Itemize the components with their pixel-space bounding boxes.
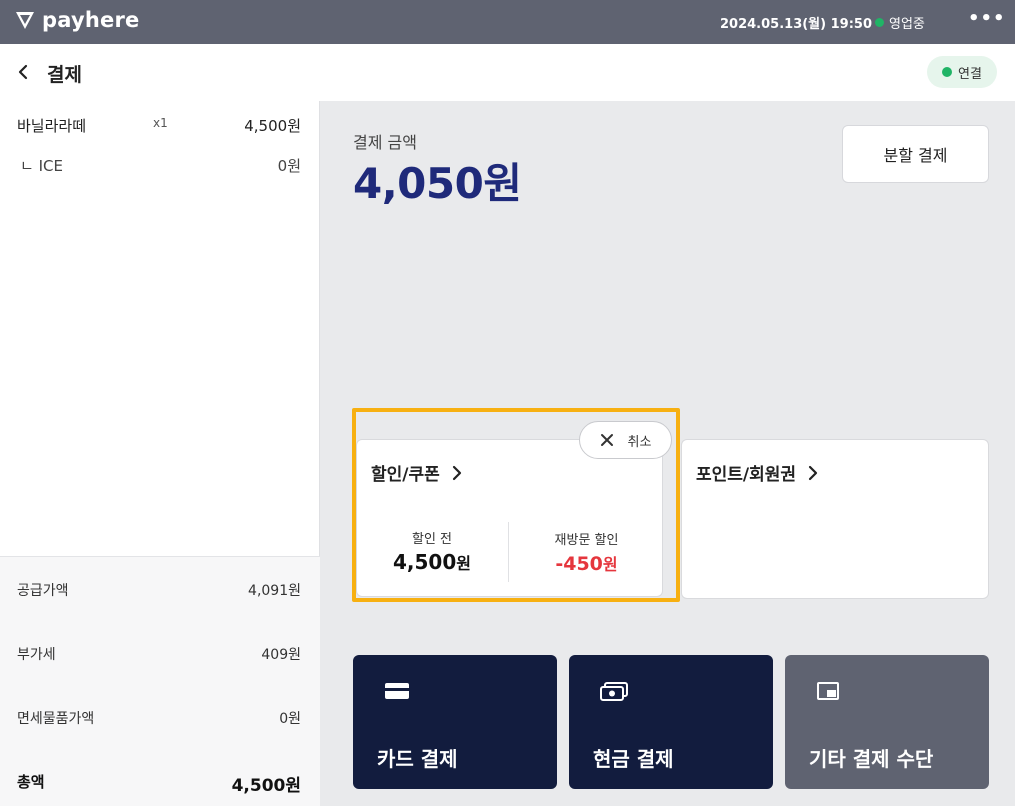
chevron-right-icon <box>808 465 818 480</box>
supply-price-value: 4,091원 <box>248 583 301 599</box>
before-discount-label: 할인 전 <box>411 532 452 547</box>
price-summary: 공급가액 4,091원 부가세 409원 면세물품가액 0원 총액 4,500원 <box>0 556 320 806</box>
card-payment-label: 카드 결제 <box>377 747 458 771</box>
taxfree-label: 면세물품가액 <box>17 711 95 727</box>
before-discount-unit: 원 <box>456 554 471 573</box>
connection-badge: 연결 <box>927 56 997 88</box>
item-name: 바닐라라떼 <box>17 117 87 135</box>
order-panel: 바닐라라떼 x1 4,500원 ㄴ ICE 0원 공급가액 4,091원 부가세… <box>0 101 320 806</box>
points-membership-title-text: 포인트/회원권 <box>696 465 797 485</box>
chevron-left-icon <box>18 64 28 80</box>
cash-payment-label: 현금 결제 <box>593 747 674 771</box>
brand-logo: payhere <box>14 8 139 32</box>
store-status: 영업중 <box>875 13 925 32</box>
order-item-list: 바닐라라떼 x1 4,500원 ㄴ ICE 0원 <box>0 101 320 556</box>
cancel-label: 취소 <box>627 434 652 450</box>
chevron-right-icon <box>452 465 461 480</box>
split-payment-button[interactable]: 분할 결제 <box>842 125 989 183</box>
connection-dot-icon <box>942 67 953 77</box>
current-datetime: 2024.05.13(월) 19:50 <box>720 17 872 32</box>
taxfree-value: 0원 <box>279 711 301 727</box>
more-horizontal-icon: ••• <box>968 8 1006 29</box>
store-status-label: 영업중 <box>889 17 925 32</box>
applied-discount-unit: 원 <box>602 555 618 574</box>
supply-price-label: 공급가액 <box>17 583 69 599</box>
before-discount-value: 4,500원 <box>357 550 507 574</box>
vat-value: 409원 <box>261 647 301 663</box>
discount-coupon-card[interactable]: 할인/쿠폰 할인 전 4,500원 재방문 할인 -450원 <box>356 439 663 597</box>
cancel-discount-button[interactable]: 취소 <box>579 421 672 459</box>
credit-card-icon <box>385 683 409 699</box>
payhere-logo-icon <box>16 12 34 29</box>
total-value: 4,500원 <box>231 776 301 796</box>
option-name: ㄴ ICE <box>20 157 63 175</box>
other-payment-icon <box>817 682 839 700</box>
top-bar: payhere 2024.05.13(월) 19:50 영업중 ••• <box>0 0 1015 44</box>
total-label: 총액 <box>17 773 45 791</box>
card-payment-button[interactable]: 카드 결제 <box>353 655 557 789</box>
applied-discount-amount: -450 <box>555 553 603 575</box>
vat-label: 부가세 <box>17 647 56 663</box>
points-membership-title: 포인트/회원권 <box>696 460 818 485</box>
status-dot-icon <box>875 18 884 27</box>
item-option-row: ㄴ ICE 0원 <box>20 155 301 179</box>
order-item-row[interactable]: 바닐라라떼 x1 4,500원 <box>17 115 301 139</box>
before-discount-amount: 4,500 <box>393 550 457 574</box>
item-quantity: x1 <box>153 116 168 130</box>
other-payment-button[interactable]: 기타 결제 수단 <box>785 655 989 789</box>
connection-label: 연결 <box>958 66 982 82</box>
points-membership-card[interactable]: 포인트/회원권 <box>681 439 989 599</box>
page-title: 결제 <box>47 64 82 86</box>
page-header: 결제 연결 <box>0 44 1015 101</box>
applied-discount-label: 재방문 할인 <box>554 533 619 548</box>
item-price: 4,500원 <box>244 117 301 135</box>
applied-discount-value: -450원 <box>509 551 664 575</box>
cash-payment-button[interactable]: 현금 결제 <box>569 655 773 789</box>
discount-coupon-title: 할인/쿠폰 <box>371 460 462 485</box>
cash-icon <box>600 682 628 701</box>
brand-name: payhere <box>42 8 140 32</box>
discount-coupon-title-text: 할인/쿠폰 <box>371 465 440 485</box>
more-menu-button[interactable]: ••• <box>968 8 1006 29</box>
other-payment-label: 기타 결제 수단 <box>809 747 934 771</box>
payment-amount-value: 4,050원 <box>353 159 522 208</box>
back-button[interactable] <box>14 58 32 90</box>
option-price: 0원 <box>277 157 301 175</box>
close-icon <box>600 434 613 446</box>
